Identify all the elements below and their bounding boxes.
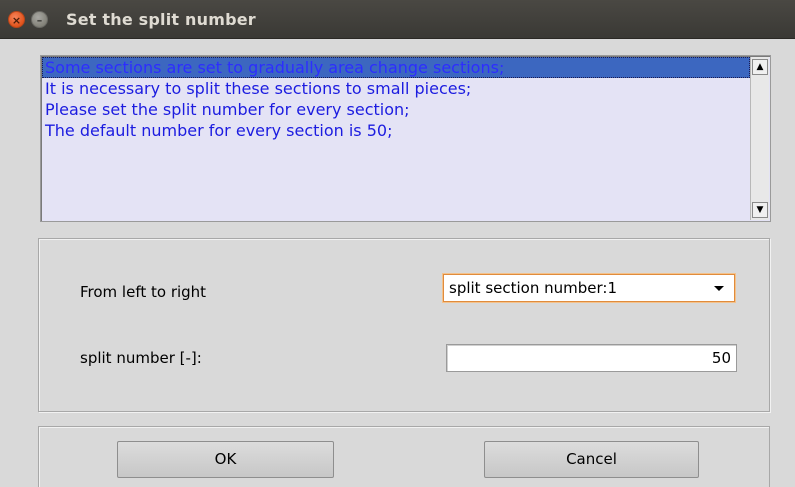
listbox-content: Some sections are set to gradually area … [42,57,750,220]
close-icon[interactable]: × [8,11,25,28]
scroll-down-icon[interactable]: ▼ [752,202,768,218]
cancel-button[interactable]: Cancel [484,441,699,478]
from-left-label: From left to right [80,283,207,301]
settings-panel [38,238,770,412]
split-number-input[interactable]: 50 [446,344,737,372]
minimize-icon[interactable]: – [31,11,48,28]
listbox-scrollbar[interactable]: ▲ ▼ [750,57,769,220]
chevron-down-icon[interactable] [714,286,724,291]
list-item-selected[interactable]: Some sections are set to gradually area … [42,57,750,78]
section-select-value: split section number:1 [449,279,617,297]
list-item[interactable]: The default number for every section is … [42,120,750,141]
ok-button[interactable]: OK [117,441,334,478]
window-title: Set the split number [66,10,256,29]
split-number-label: split number [-]: [80,349,202,367]
title-bar: × – Set the split number [0,0,795,39]
section-select[interactable]: split section number:1 [443,274,735,302]
list-item[interactable]: Please set the split number for every se… [42,99,750,120]
list-item[interactable]: It is necessary to split these sections … [42,78,750,99]
info-listbox[interactable]: Some sections are set to gradually area … [40,55,771,222]
scroll-up-icon[interactable]: ▲ [752,59,768,75]
